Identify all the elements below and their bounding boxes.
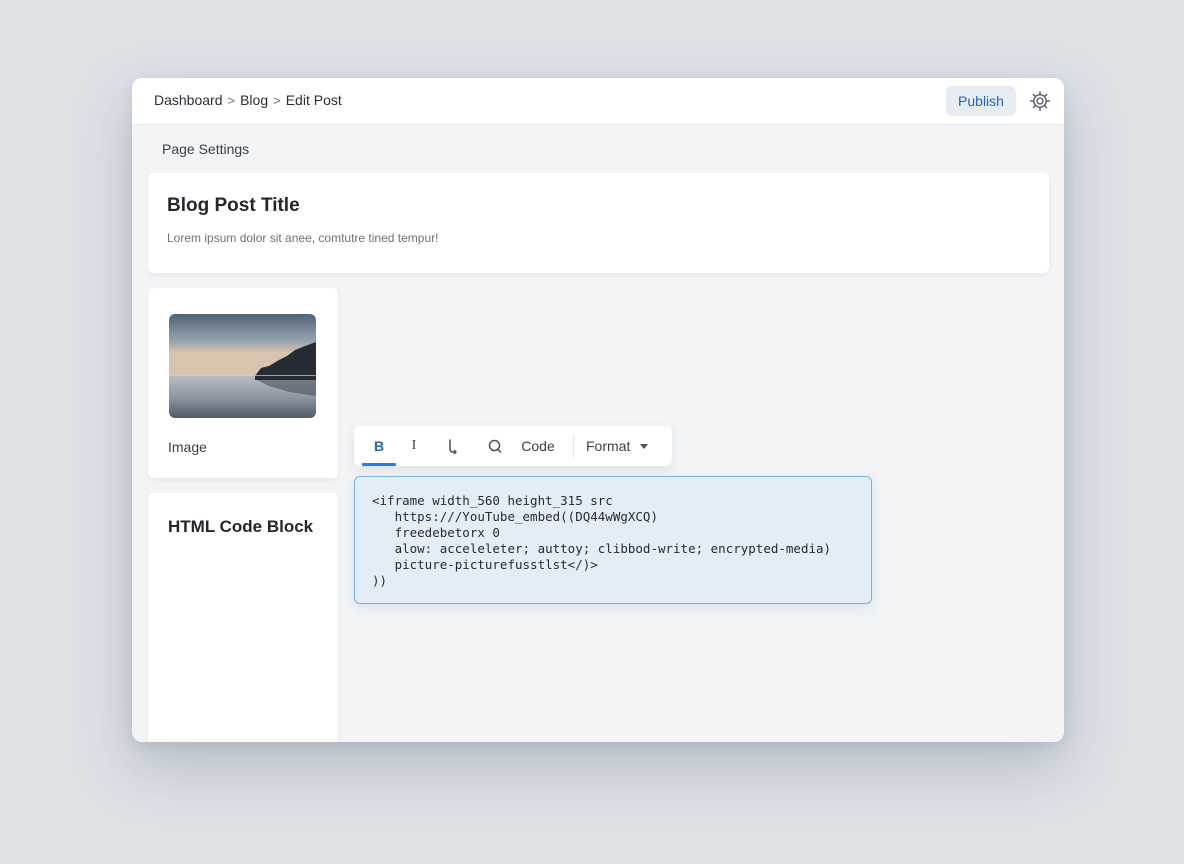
post-title[interactable]: Blog Post Title bbox=[167, 195, 300, 217]
breadcrumb-dashboard[interactable]: Dashboard bbox=[154, 92, 223, 108]
code-line: picture-picturefusstlst</)> bbox=[372, 557, 598, 572]
formatting-toolbar: B I Code Format bbox=[354, 426, 672, 466]
image-label: Image bbox=[168, 439, 207, 455]
breadcrumb-separator: > bbox=[273, 92, 281, 108]
post-excerpt[interactable]: Lorem ipsum dolor sit anee, comtutre tin… bbox=[167, 231, 438, 245]
chevron-down-icon bbox=[640, 443, 649, 449]
html-code-editor[interactable]: <iframe width_560 height_315 src https:/… bbox=[354, 476, 872, 604]
image-thumbnail[interactable] bbox=[169, 314, 316, 418]
link-icon bbox=[449, 439, 457, 454]
bold-button[interactable]: B bbox=[362, 426, 396, 466]
image-block-card[interactable]: Image bbox=[148, 288, 338, 478]
code-line: freedebetorx 0 bbox=[372, 525, 500, 540]
top-bar: Dashboard > Blog > Edit Post Publish bbox=[132, 78, 1064, 125]
code-line: alow: acceleleter; auttoy; clibbod-write… bbox=[372, 541, 832, 556]
html-code-block-card[interactable]: HTML Code Block bbox=[148, 493, 338, 742]
post-title-card: Blog Post Title Lorem ipsum dolor sit an… bbox=[148, 173, 1049, 273]
active-indicator bbox=[362, 463, 396, 466]
breadcrumb: Dashboard > Blog > Edit Post bbox=[154, 92, 342, 108]
quote-icon bbox=[488, 439, 502, 453]
italic-button[interactable]: I bbox=[404, 426, 424, 466]
breadcrumb-blog[interactable]: Blog bbox=[240, 92, 268, 108]
toolbar-divider bbox=[573, 434, 574, 458]
page-settings-label[interactable]: Page Settings bbox=[162, 141, 249, 157]
code-block-title: HTML Code Block bbox=[168, 517, 314, 536]
code-button[interactable]: Code bbox=[518, 426, 558, 466]
landscape-image bbox=[169, 314, 316, 418]
gear-icon[interactable] bbox=[1029, 90, 1051, 112]
format-dropdown-label: Format bbox=[586, 438, 631, 454]
link-button[interactable] bbox=[442, 426, 464, 466]
code-line: <iframe width_560 height_315 src bbox=[372, 493, 613, 508]
code-line: https:///YouTube_embed((DQ44wWgXCQ) bbox=[372, 509, 658, 524]
editor-window: Dashboard > Blog > Edit Post Publish Pag… bbox=[132, 78, 1064, 742]
format-dropdown[interactable]: Format bbox=[586, 426, 660, 466]
code-line: )) bbox=[372, 573, 388, 588]
breadcrumb-edit-post: Edit Post bbox=[285, 92, 342, 108]
publish-button[interactable]: Publish bbox=[946, 86, 1016, 116]
quote-button[interactable] bbox=[484, 426, 506, 466]
breadcrumb-separator: > bbox=[227, 92, 236, 108]
